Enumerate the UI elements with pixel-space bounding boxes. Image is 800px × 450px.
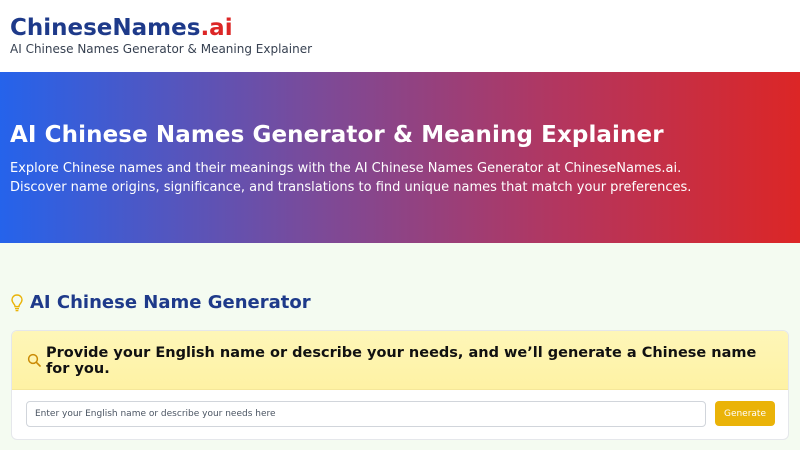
- lightbulb-icon: [11, 293, 23, 311]
- hero-banner: AI Chinese Names Generator & Meaning Exp…: [0, 72, 800, 243]
- hero-title: AI Chinese Names Generator & Meaning Exp…: [10, 122, 664, 148]
- hero-description: Explore Chinese names and their meanings…: [10, 159, 790, 197]
- hero-description-line: Explore Chinese names and their meanings…: [10, 161, 682, 176]
- generator-card-header: Provide your English name or describe yo…: [12, 331, 788, 390]
- generate-button[interactable]: Generate: [715, 401, 775, 426]
- logo-tld: .ai: [200, 15, 233, 41]
- generator-heading: AI Chinese Name Generator: [10, 292, 311, 313]
- section-title: AI Chinese Name Generator: [30, 292, 311, 313]
- site-logo[interactable]: ChineseNames.ai: [10, 13, 233, 43]
- logo-brand: ChineseNames: [10, 15, 201, 41]
- site-tagline: AI Chinese Names Generator & Meaning Exp…: [10, 42, 313, 56]
- site-header: ChineseNames.ai AI Chinese Names Generat…: [0, 0, 800, 72]
- search-icon: [27, 353, 41, 367]
- generator-card: Provide your English name or describe yo…: [11, 330, 789, 440]
- hero-description-line: Discover name origins, significance, and…: [10, 180, 692, 195]
- name-input[interactable]: [26, 401, 706, 427]
- generator-prompt: Provide your English name or describe yo…: [46, 345, 757, 377]
